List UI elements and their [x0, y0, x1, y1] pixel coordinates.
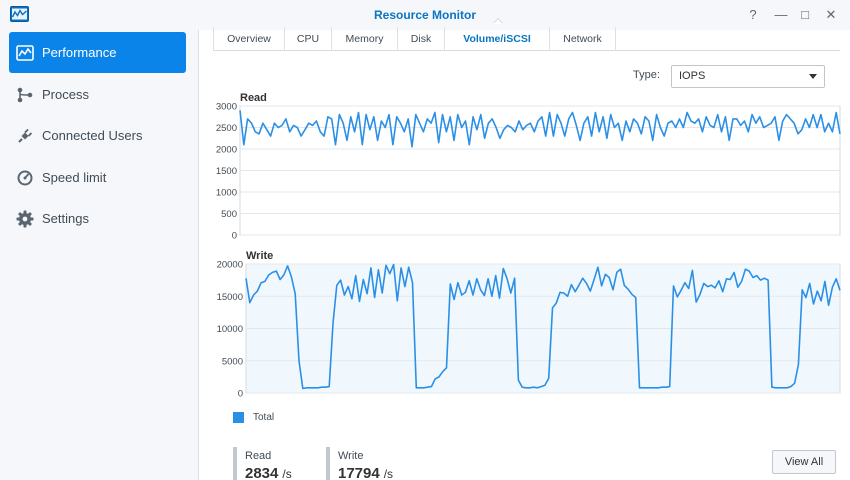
write-stat: Write 17794/s	[326, 447, 393, 480]
read-y-tick-label: 1000	[216, 188, 237, 199]
write-y-tick-label: 0	[238, 389, 243, 400]
read-y-tick-label: 3000	[216, 102, 237, 113]
read-y-tick-label: 2500	[216, 123, 237, 134]
read-y-tick-label: 0	[232, 231, 237, 242]
write-y-tick-label: 5000	[222, 356, 243, 367]
write-stat-value: 17794/s	[338, 465, 393, 480]
write-y-tick-label: 15000	[217, 292, 243, 303]
read-y-tick-label: 500	[221, 209, 237, 220]
read-stat-value: 2834/s	[245, 465, 292, 480]
read-stat-label: Read	[245, 450, 272, 462]
write-stat-unit: /s	[383, 467, 394, 480]
write-stat-label: Write	[338, 450, 364, 462]
read-y-tick-label: 2000	[216, 145, 237, 156]
read-stat-number: 2834	[245, 465, 279, 480]
read-stat: Read 2834/s	[233, 447, 292, 480]
write-y-tick-label: 20000	[217, 260, 243, 271]
read-y-tick-label: 1500	[216, 166, 237, 177]
legend-label-total[interactable]: Total	[253, 412, 274, 423]
view-all-button[interactable]: View All	[772, 450, 836, 474]
write-y-tick-label: 10000	[217, 324, 243, 335]
write-stat-number: 17794	[338, 465, 380, 480]
read-stat-unit: /s	[282, 467, 292, 480]
charts-canvas: 0 500 1000 1500 2000 2500 3000 0 5000 10000 15000 2…	[216, 102, 841, 400]
legend-swatch[interactable]	[233, 412, 244, 423]
resource-monitor-window: Resource Monitor ? — □ ✕ Performance Pro…	[0, 0, 850, 480]
